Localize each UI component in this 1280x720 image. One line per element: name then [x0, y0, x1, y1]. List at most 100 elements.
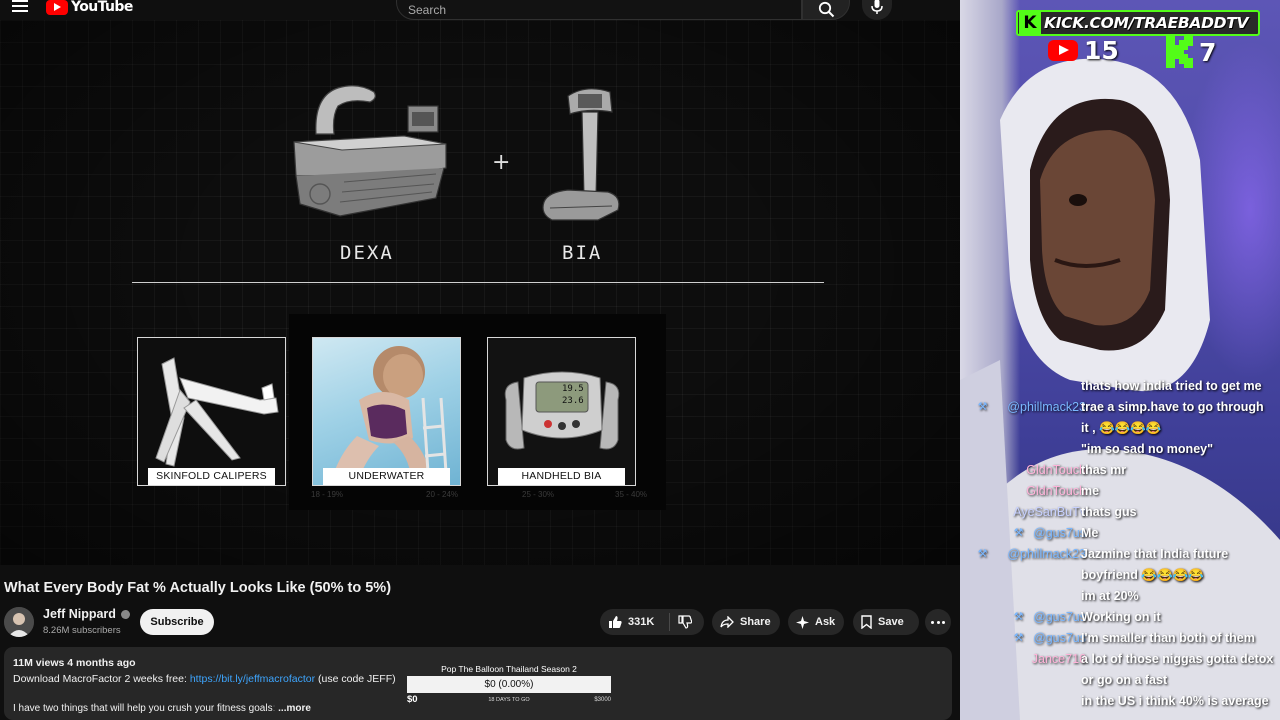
chat-text: im at 20% [1081, 589, 1139, 603]
video-player[interactable]: DEXA + BIA 18 - 19% 20 - 24% 25 - 30% 35… [0, 20, 960, 565]
channel-avatar[interactable] [4, 607, 34, 637]
show-more-link[interactable]: ...more [278, 703, 311, 714]
chat-message: AyeSanBuTv thats gus [960, 505, 1280, 526]
ask-label: Ask [815, 616, 836, 628]
share-label: Share [740, 616, 771, 628]
verified-icon [120, 609, 130, 619]
youtube-panel: YouTube Search DEXA + BIA 18 - 19% 20 - … [0, 0, 960, 720]
chat-text: or go on a fast [1081, 673, 1168, 687]
chat-text: it , 😂😂😂😂 [1081, 421, 1162, 435]
chat-message: ⚒ @gus7us Working on it [960, 610, 1280, 631]
kick-url: KICK.COM/TRAEBADDTV [1044, 14, 1249, 32]
chat-username[interactable]: GldnTouch [1026, 484, 1086, 498]
search-button[interactable] [802, 0, 850, 20]
chat-username[interactable]: @phillmack23 [1007, 400, 1086, 414]
subscriber-count: 8.26M subscribers [43, 625, 121, 636]
card-label-handheld-bia: HANDHELD BIA [498, 468, 625, 485]
youtube-logo[interactable]: YouTube [46, 0, 133, 16]
subscribe-button[interactable]: Subscribe [140, 609, 214, 635]
chat-message: Jance716 a lot of those niggas gotta deto… [960, 652, 1280, 673]
card-underwater-weighing: UNDERWATER WEIGHING [312, 337, 461, 486]
channel-name[interactable]: Jeff Nippard [43, 607, 130, 621]
menu-icon[interactable] [12, 0, 28, 12]
thumbs-up-icon [609, 616, 622, 628]
chat-message: "im so sad no money" [960, 442, 1280, 463]
goal-target-amount: $3000 [594, 697, 611, 703]
youtube-logo-icon [46, 0, 68, 15]
wrench-icon: ⚒ [1013, 632, 1024, 644]
dexa-label: DEXA [340, 242, 394, 264]
chat-message: ⚒ @gus7us I'm smaller than both of them [960, 631, 1280, 652]
plus-sign: + [492, 150, 511, 175]
macrofactor-link[interactable]: https://bit.ly/jeffmacrofactor [190, 673, 315, 685]
logo-text: YouTube [71, 0, 133, 15]
bia-readout-2: 23.6 [562, 396, 584, 406]
chat-text: thats gus [1081, 505, 1137, 519]
screen: YouTube Search DEXA + BIA 18 - 19% 20 - … [0, 0, 1280, 720]
wrench-icon: ⚒ [977, 548, 988, 560]
chat-message-continuation: boyfriend 😂😂😂😂 [960, 568, 1280, 589]
microphone-icon [871, 0, 883, 14]
sparkle-icon [796, 615, 809, 629]
bia-readout-1: 19.5 [562, 384, 584, 394]
chat-username[interactable]: @phillmack23 [1007, 547, 1086, 561]
streamer-camera-panel: K KICK.COM/TRAEBADDTV 15 7 thats how ind… [960, 0, 1280, 720]
video-title: What Every Body Fat % Actually Looks Lik… [4, 580, 392, 596]
save-button[interactable]: Save [853, 609, 919, 635]
kick-channel-banner: K KICK.COM/TRAEBADDTV [1016, 10, 1260, 36]
bookmark-icon [861, 615, 872, 629]
chat-text: boyfriend 😂😂😂😂 [1081, 568, 1204, 582]
chat-username[interactable]: AyeSanBuTv [1013, 505, 1086, 519]
wrench-icon: ⚒ [977, 401, 988, 413]
chat-username[interactable]: @gus7us [1033, 631, 1086, 645]
goal-title: Pop The Balloon Thailand Season 2 [441, 664, 577, 674]
search-icon [818, 1, 835, 18]
divider-line [132, 282, 824, 283]
chat-username[interactable]: Jance716 [1032, 652, 1086, 666]
dexa-machine-illustration [293, 85, 447, 217]
youtube-icon [1048, 40, 1078, 61]
handheld-bia-image [504, 371, 620, 450]
like-count: 331K [628, 616, 655, 628]
bia-scale-illustration [542, 88, 620, 221]
chat-text: in the US i think 40% is average [1081, 694, 1269, 708]
wrench-icon: ⚒ [1013, 527, 1024, 539]
description-line-1: Download MacroFactor 2 weeks free: https… [13, 673, 396, 685]
top-bar: YouTube Search [0, 0, 960, 20]
chat-username[interactable]: @gus7us [1033, 610, 1086, 624]
ask-button[interactable]: Ask [788, 609, 844, 635]
share-button[interactable]: Share [712, 609, 780, 635]
chat-text: trae a simp.have to go through [1081, 400, 1264, 414]
like-button[interactable]: 331K [600, 613, 670, 631]
voice-search-button[interactable] [862, 0, 892, 20]
chat-message-continuation: it , 😂😂😂😂 [960, 421, 1280, 442]
donation-goal-widget: Pop The Balloon Thailand Season 2 $0 (0.… [406, 664, 612, 708]
kick-icon [1166, 36, 1193, 68]
more-actions-button[interactable] [925, 609, 951, 635]
kick-logo-icon: K [1019, 12, 1041, 34]
description-line-2: I have two things that will help you cru… [13, 703, 311, 714]
more-dot [931, 621, 934, 624]
chat-username[interactable]: @gus7us [1033, 526, 1086, 540]
save-label: Save [878, 616, 904, 628]
chat-text: me [1081, 484, 1100, 498]
bia-label: BIA [562, 242, 603, 264]
chat-message: GldnTouch me [960, 484, 1280, 505]
chat-text: thas mr [1081, 463, 1127, 477]
search-input[interactable]: Search [396, 0, 802, 20]
chat-message: in the US i think 40% is average [960, 694, 1280, 715]
underwater-image [335, 346, 449, 485]
like-dislike-group: 331K [600, 609, 704, 635]
channel-name-text[interactable]: Jeff Nippard [43, 607, 116, 621]
chat-message: im at 20% [960, 589, 1280, 610]
dislike-button[interactable] [670, 615, 698, 629]
goal-progress-bar: $0 (0.00%) [407, 676, 611, 693]
chat-text: a lot of those niggas gotta detox [1081, 652, 1274, 666]
chat-text: I'm smaller than both of them [1081, 631, 1255, 645]
chat-message: thats how india tried to get me [960, 379, 1280, 400]
view-count-date: 11M views 4 months ago [13, 657, 136, 669]
chat-message: GldnTouch thas mr [960, 463, 1280, 484]
live-chat: thats how india tried to get me ⚒ @phillma… [960, 378, 1280, 720]
chat-username[interactable]: GldnTouch [1026, 463, 1086, 477]
thumbs-down-icon [678, 615, 692, 629]
